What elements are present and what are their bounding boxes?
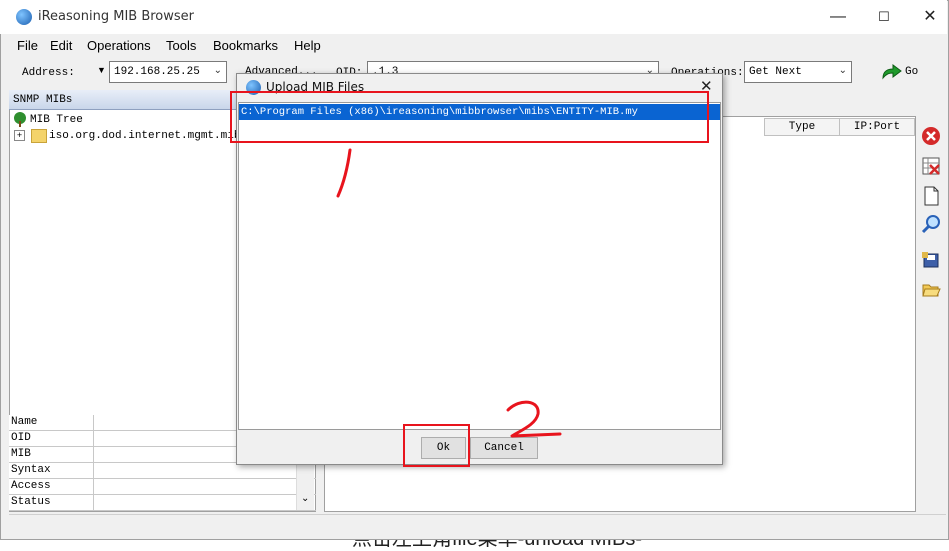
annotation-numbers <box>336 148 562 438</box>
